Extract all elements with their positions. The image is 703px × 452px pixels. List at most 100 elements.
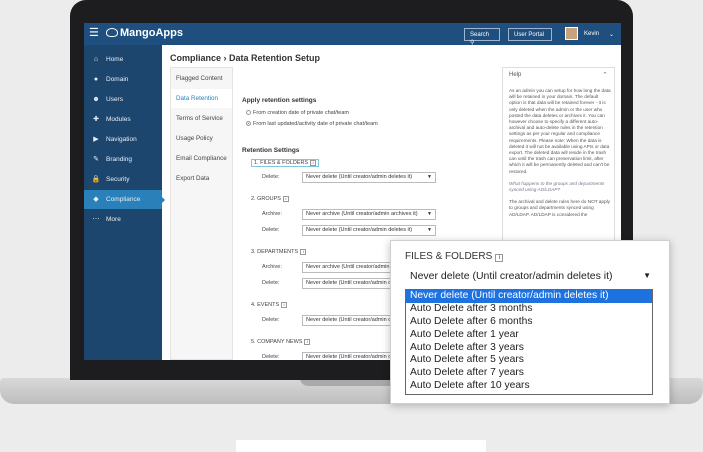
- top-bar: ☰ MangoApps Search ⚲ User Portal Kevin ⌄: [84, 23, 621, 46]
- retention-row-label: Delete:: [262, 227, 280, 233]
- sidebar-item-label: Domain: [106, 76, 129, 83]
- subnav-item-email-compliance[interactable]: Email Compliance: [171, 149, 232, 168]
- dropdown-option[interactable]: Auto Delete after 1 year: [406, 329, 652, 342]
- info-icon[interactable]: i: [310, 160, 317, 166]
- files-folders-dropdown-popup: FILES & FOLDERS i Never delete (Until cre…: [390, 240, 670, 404]
- navigation-icon: ▶: [93, 136, 99, 143]
- dropdown-option[interactable]: Auto Delete after 3 years: [406, 342, 652, 355]
- sidebar-item-home[interactable]: ⌂ Home: [84, 50, 162, 69]
- sidebar-item-label: Branding: [106, 156, 133, 163]
- caret-down-icon: ▼: [427, 174, 432, 180]
- dropdown-option[interactable]: Auto Delete after 5 years: [406, 354, 652, 367]
- sidebar-item-compliance[interactable]: ◆ Compliance: [84, 190, 165, 209]
- sidebar-item-label: Modules: [106, 116, 131, 123]
- subnav-item-flagged-content[interactable]: Flagged Content: [171, 69, 232, 88]
- retention-group-label: 2. GROUPS i: [251, 196, 289, 202]
- help-paragraph: As an admin you can setup for how long t…: [509, 88, 611, 174]
- puzzle-icon: ✚: [93, 116, 99, 123]
- info-icon[interactable]: i: [304, 339, 311, 345]
- retention-group-title: 1. FILES & FOLDERS: [254, 160, 309, 166]
- delete-select[interactable]: Never delete (Until creator/admin delete…: [405, 267, 655, 285]
- mango-logo-icon: [106, 28, 118, 37]
- caret-down-icon: ▼: [427, 211, 432, 217]
- radio-creation-label: From creation date of private chat/team: [253, 110, 349, 116]
- radio-selected-icon: [246, 121, 251, 126]
- active-indicator: [161, 196, 165, 204]
- select-value: Never delete (Until creator/admin delete…: [306, 174, 413, 180]
- subnav-item-terms-of-service[interactable]: Terms of Service: [171, 109, 232, 128]
- sidebar-item-branding[interactable]: ✎ Branding: [84, 150, 162, 169]
- search-label: Search: [470, 32, 490, 38]
- sidebar-item-navigation[interactable]: ▶ Navigation: [84, 130, 162, 149]
- sidebar-item-label: Security: [106, 176, 130, 183]
- user-portal-label: User Portal: [514, 32, 545, 38]
- retention-group-title: 2. GROUPS: [251, 196, 281, 202]
- user-name[interactable]: Kevin: [584, 31, 599, 37]
- dropdown-option[interactable]: Never delete (Until creator/admin delete…: [406, 290, 652, 303]
- retention-row-label: Delete:: [262, 317, 280, 323]
- select-value: Never delete (Until creator/admin delete…: [306, 227, 413, 233]
- retention-select[interactable]: Never archive (Until creator/admin archi…: [302, 209, 436, 220]
- search-icon: ⚲: [470, 40, 475, 46]
- radio-icon: [246, 110, 251, 115]
- popup-label-text: FILES & FOLDERS: [405, 251, 493, 262]
- sidebar-item-label: Navigation: [106, 136, 137, 143]
- info-icon[interactable]: i: [281, 302, 288, 308]
- more-icon: ⋯: [92, 216, 100, 223]
- retention-group-label: 3. DEPARTMENTS i: [251, 249, 307, 255]
- sidebar-item-label: Users: [106, 96, 123, 103]
- globe-icon: ●: [93, 76, 99, 83]
- sidebar-item-domain[interactable]: ● Domain: [84, 70, 162, 89]
- dropdown-option[interactable]: Auto Delete after 6 months: [406, 316, 652, 329]
- dropdown-option[interactable]: Auto Delete after 10 years: [406, 380, 652, 393]
- radio-updated-label: From last updated/activity date of priva…: [253, 121, 378, 127]
- subnav-item-usage-policy[interactable]: Usage Policy: [171, 129, 232, 148]
- caret-down-icon: ▼: [643, 271, 651, 280]
- info-icon[interactable]: i: [495, 254, 504, 262]
- retention-group-title: 3. DEPARTMENTS: [251, 249, 299, 255]
- sidebar-item-more[interactable]: ⋯ More: [84, 210, 162, 229]
- retention-group-label: 5. COMPANY NEWS i: [251, 339, 311, 345]
- retention-group-title: 4. EVENTS: [251, 302, 280, 308]
- retention-row-label: Archive:: [262, 264, 282, 270]
- sidebar-item-label: More: [106, 216, 121, 223]
- radio-updated[interactable]: From last updated/activity date of priva…: [246, 121, 378, 127]
- info-icon[interactable]: i: [300, 249, 307, 255]
- sidebar-item-label: Compliance: [106, 196, 141, 203]
- retention-group-label: 4. EVENTS i: [251, 302, 288, 308]
- subnav-item-export-data[interactable]: Export Data: [171, 169, 232, 188]
- shield-icon: ◆: [93, 196, 99, 203]
- settings-heading: Retention Settings: [242, 147, 300, 154]
- sidebar-item-label: Home: [106, 56, 124, 63]
- avatar[interactable]: [565, 27, 578, 40]
- subnav-item-data-retention[interactable]: Data Retention: [171, 89, 232, 108]
- chevron-down-icon[interactable]: ⌄: [609, 31, 614, 38]
- retention-select[interactable]: Never delete (Until creator/admin delete…: [302, 172, 436, 183]
- help-paragraph: The archival and delete rules here do NO…: [509, 199, 611, 217]
- sidebar-item-security[interactable]: 🔒 Security: [84, 170, 162, 189]
- chevron-up-icon[interactable]: ⌃: [602, 71, 608, 79]
- retention-group-title: 5. COMPANY NEWS: [251, 339, 303, 345]
- brand-name: MangoApps: [120, 27, 183, 39]
- lock-icon: 🔒: [91, 176, 101, 183]
- popup-label: FILES & FOLDERS i: [405, 251, 504, 262]
- home-icon: ⌂: [93, 56, 99, 63]
- select-value: Never delete (Until creator/admin delete…: [410, 270, 613, 282]
- brand-logo[interactable]: MangoApps: [106, 27, 183, 39]
- user-portal-button[interactable]: User Portal: [508, 28, 552, 41]
- sidebar-item-users[interactable]: ☻ Users: [84, 90, 162, 109]
- dropdown-option[interactable]: Auto Delete after 3 months: [406, 303, 652, 316]
- retention-row-label: Delete:: [262, 280, 280, 286]
- retention-row-label: Delete:: [262, 354, 280, 360]
- retention-group-label: 1. FILES & FOLDERS i: [251, 159, 320, 167]
- dropdown-option[interactable]: Auto Delete after 7 years: [406, 367, 652, 380]
- user-icon: ☻: [92, 96, 100, 103]
- info-icon[interactable]: i: [282, 196, 289, 202]
- search-button[interactable]: Search ⚲: [464, 28, 500, 46]
- retention-row-label: Delete:: [262, 174, 280, 180]
- caret-down-icon: ▼: [427, 227, 432, 233]
- radio-creation[interactable]: From creation date of private chat/team: [246, 110, 349, 116]
- menu-icon[interactable]: ☰: [89, 28, 99, 39]
- sidebar-item-modules[interactable]: ✚ Modules: [84, 110, 162, 129]
- retention-select[interactable]: Never delete (Until creator/admin delete…: [302, 225, 436, 236]
